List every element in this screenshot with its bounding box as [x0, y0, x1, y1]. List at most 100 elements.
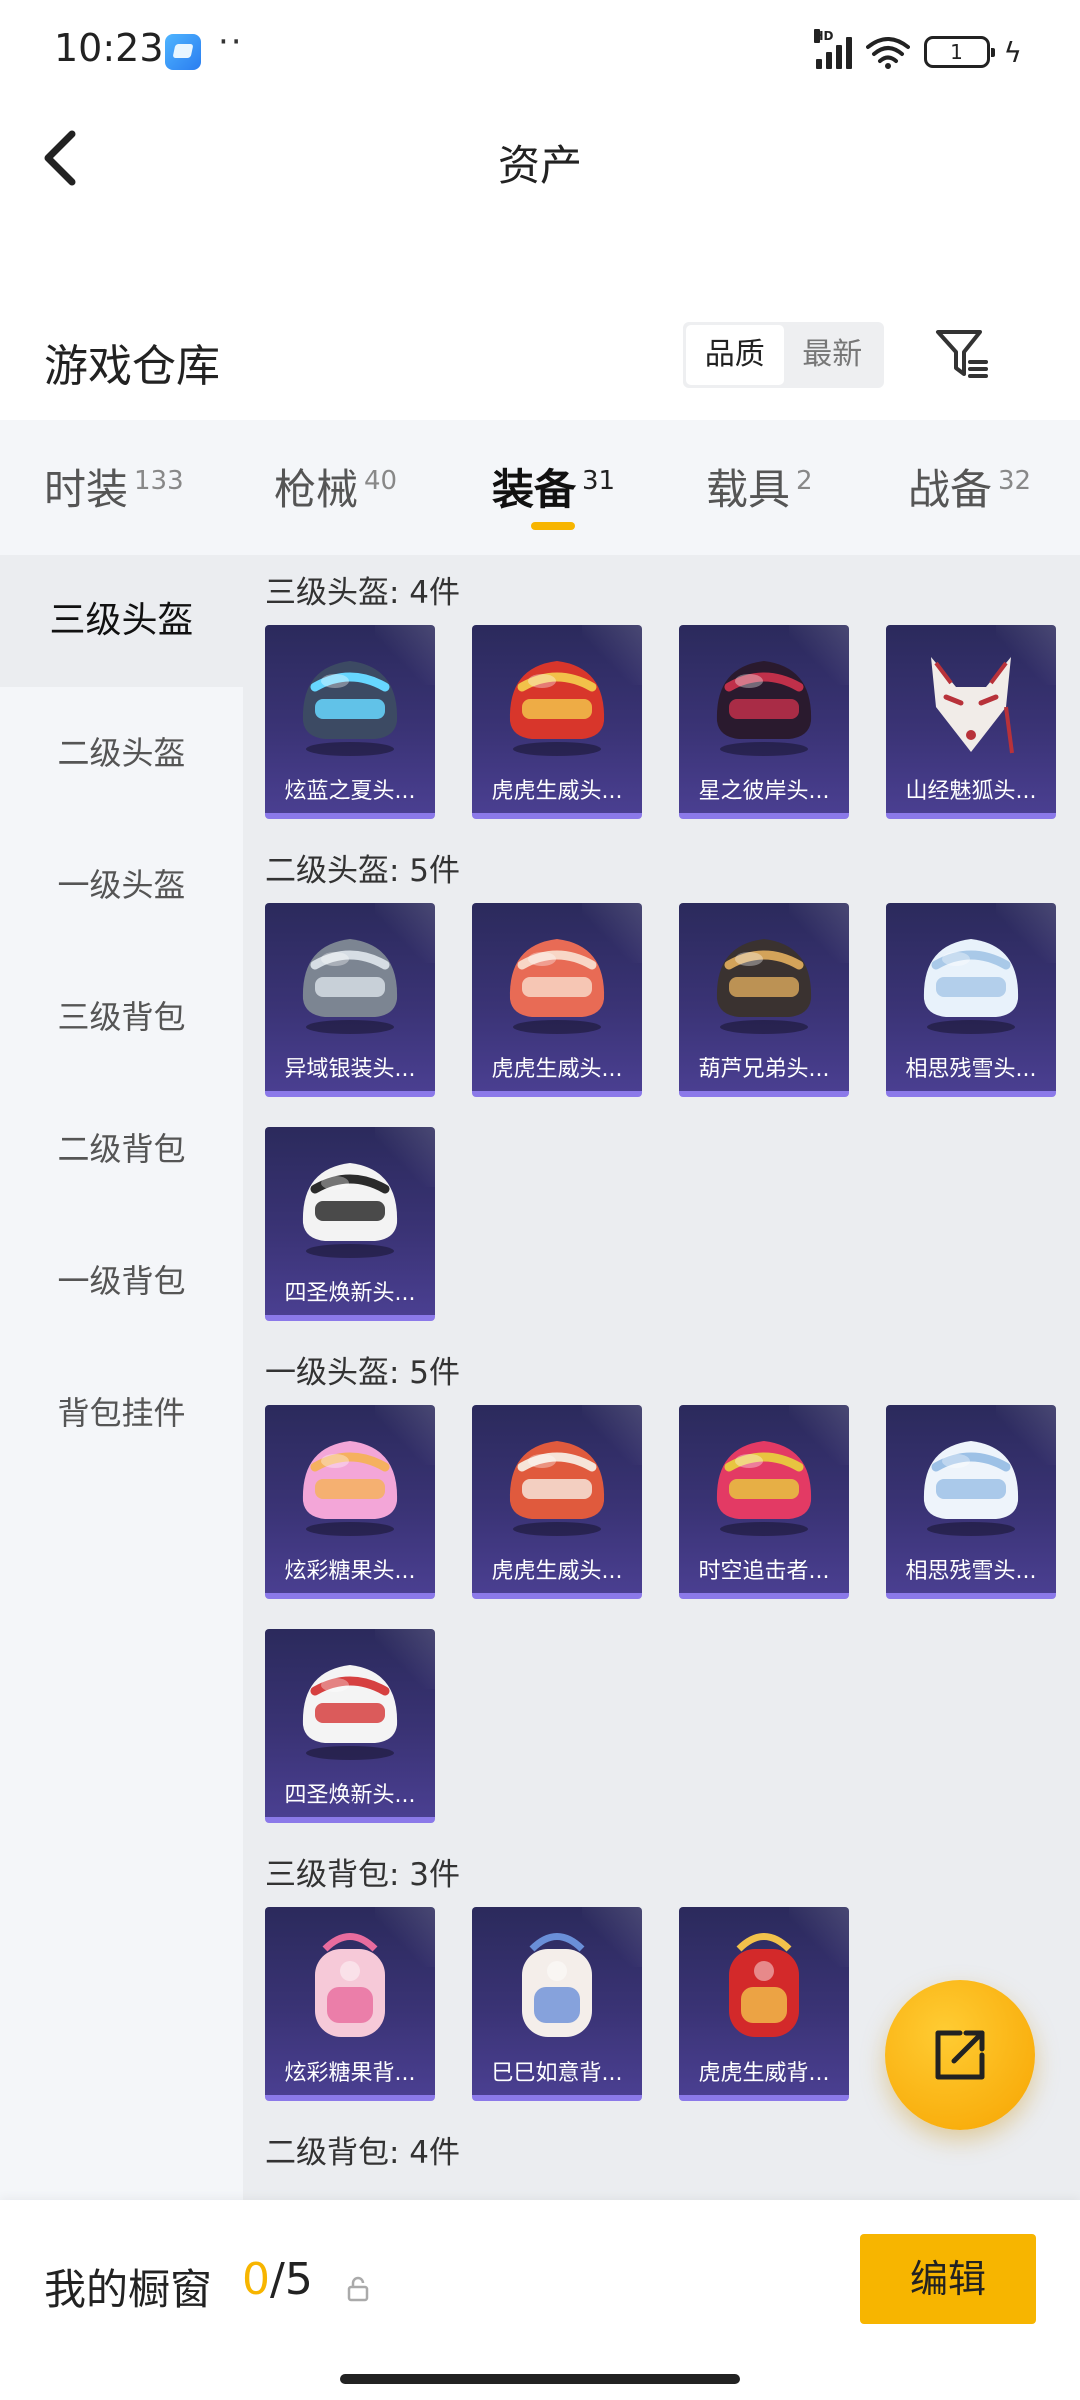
item-card[interactable]: 相思残雪头... [886, 1405, 1056, 1599]
home-indicator [340, 2374, 740, 2384]
helmet-icon [492, 915, 622, 1045]
item-card[interactable]: 四圣焕新头... [265, 1629, 435, 1823]
helmet-icon [285, 1417, 415, 1547]
sidebar-item-level3-backpack[interactable]: 三级背包 [0, 951, 243, 1083]
helmet-icon [285, 1139, 415, 1269]
item-name: 巳巳如意背... [491, 2061, 623, 2086]
app-notification-icon [165, 34, 201, 70]
tab-label: 时装 [44, 465, 129, 514]
item-card[interactable]: 时空追击者... [679, 1405, 849, 1599]
helmet-icon [492, 637, 622, 767]
tab-equipment[interactable]: 装备 31 [492, 456, 615, 517]
tab-vehicles[interactable]: 载具 2 [706, 456, 813, 517]
battery-icon: 1 [923, 36, 995, 68]
more-notifications-icon: ·· [218, 22, 244, 62]
cellular-signal-icon: HD [813, 29, 852, 69]
sidebar-item-level1-backpack[interactable]: 一级背包 [0, 1215, 243, 1347]
item-card[interactable]: 巳巳如意背... [472, 1907, 642, 2101]
sidebar-item-level1-helmet[interactable]: 一级头盔 [0, 819, 243, 951]
tab-count: 32 [998, 466, 1032, 496]
item-name: 虎虎生威头... [491, 779, 623, 804]
item-name: 时空追击者... [698, 1559, 830, 1584]
item-name: 四圣焕新头... [284, 1783, 416, 1808]
sort-newest-option[interactable]: 最新 [784, 325, 882, 385]
edit-button[interactable]: 编辑 [860, 2234, 1036, 2324]
filter-button[interactable] [930, 322, 994, 386]
tab-fashion[interactable]: 时装 133 [44, 456, 184, 517]
section-title: 三级背包: 3件 [265, 1857, 461, 1893]
item-card[interactable]: 虎虎生威背... [679, 1907, 849, 2101]
share-icon [935, 2030, 985, 2080]
filter-icon [936, 330, 988, 378]
showcase-total: /5 [270, 2254, 313, 2305]
status-icons: HD 1 ϟ [813, 29, 1022, 72]
warehouse-title: 游戏仓库 [44, 341, 220, 392]
sidebar-item-backpack-pendant[interactable]: 背包挂件 [0, 1347, 243, 1479]
item-name: 四圣焕新头... [284, 1281, 416, 1306]
item-name: 星之彼岸头... [698, 779, 830, 804]
tab-count: 2 [796, 466, 813, 496]
item-card[interactable]: 星之彼岸头... [679, 625, 849, 819]
tab-label: 枪械 [274, 465, 359, 514]
helmet-icon [285, 1641, 415, 1771]
tab-supplies[interactable]: 战备 32 [908, 456, 1031, 517]
wifi-icon [865, 37, 910, 69]
showcase-bar: 我的橱窗 0/5 编辑 [0, 2200, 1080, 2400]
subcategory-sidebar: 三级头盔 二级头盔 一级头盔 三级背包 二级背包 一级背包 背包挂件 [0, 555, 243, 2200]
helmet-icon [285, 637, 415, 767]
sort-toggle: 品质 最新 [683, 322, 884, 388]
tab-label: 装备 [492, 465, 577, 514]
item-card[interactable]: 葫芦兄弟头... [679, 903, 849, 1097]
tab-label: 战备 [908, 465, 993, 514]
section-title: 二级背包: 4件 [265, 2135, 461, 2171]
item-name: 山经魅狐头... [905, 779, 1037, 804]
tab-guns[interactable]: 枪械 40 [274, 456, 397, 517]
warehouse-header: 游戏仓库 品质 最新 [0, 300, 1080, 420]
header: 资产 [0, 100, 1080, 215]
item-name: 相思残雪头... [905, 1559, 1037, 1584]
section-title: 二级头盔: 5件 [265, 853, 461, 889]
fox-mask-icon [906, 637, 1036, 767]
sort-quality-option[interactable]: 品质 [686, 325, 784, 385]
sidebar-item-level2-backpack[interactable]: 二级背包 [0, 1083, 243, 1215]
item-card[interactable]: 炫蓝之夏头... [265, 625, 435, 819]
item-name: 虎虎生威头... [491, 1057, 623, 1082]
item-card[interactable]: 虎虎生威头... [472, 625, 642, 819]
helmet-icon [699, 637, 829, 767]
item-card[interactable]: 四圣焕新头... [265, 1127, 435, 1321]
helmet-icon [492, 1417, 622, 1547]
charging-icon: ϟ [1003, 35, 1022, 69]
item-name: 葫芦兄弟头... [698, 1057, 830, 1082]
item-name: 虎虎生威背... [698, 2061, 830, 2086]
item-name: 异域银装头... [284, 1057, 416, 1082]
item-card[interactable]: 炫彩糖果背... [265, 1907, 435, 2101]
item-card[interactable]: 虎虎生威头... [472, 1405, 642, 1599]
item-card[interactable]: 异域银装头... [265, 903, 435, 1097]
tab-count: 40 [364, 466, 398, 496]
backpack-icon [699, 1919, 829, 2049]
helmet-icon [699, 915, 829, 1045]
hd-label: HD [813, 29, 834, 43]
helmet-icon [906, 1417, 1036, 1547]
share-button[interactable] [885, 1980, 1035, 2130]
item-card[interactable]: 虎虎生威头... [472, 903, 642, 1097]
item-card[interactable]: 炫彩糖果头... [265, 1405, 435, 1599]
section-title: 三级头盔: 4件 [265, 575, 461, 611]
item-name: 虎虎生威头... [491, 1559, 623, 1584]
item-name: 炫彩糖果背... [284, 2061, 416, 2086]
active-tab-indicator [531, 522, 575, 530]
tab-count: 133 [134, 466, 184, 496]
page-title: 资产 [497, 141, 582, 190]
status-bar: 10:23 ·· HD 1 ϟ [0, 0, 1080, 100]
section-title: 一级头盔: 5件 [265, 1355, 461, 1391]
category-tabs: 时装 133 枪械 40 装备 31 载具 2 战备 32 [0, 420, 1080, 555]
backpack-icon [285, 1919, 415, 2049]
item-name: 炫蓝之夏头... [284, 779, 416, 804]
sidebar-item-level3-helmet[interactable]: 三级头盔 [0, 555, 243, 687]
item-card[interactable]: 山经魅狐头... [886, 625, 1056, 819]
helmet-icon [906, 915, 1036, 1045]
sidebar-item-level2-helmet[interactable]: 二级头盔 [0, 687, 243, 819]
item-card[interactable]: 相思残雪头... [886, 903, 1056, 1097]
tab-label: 载具 [706, 465, 791, 514]
showcase-count: 0/5 [242, 2254, 313, 2305]
